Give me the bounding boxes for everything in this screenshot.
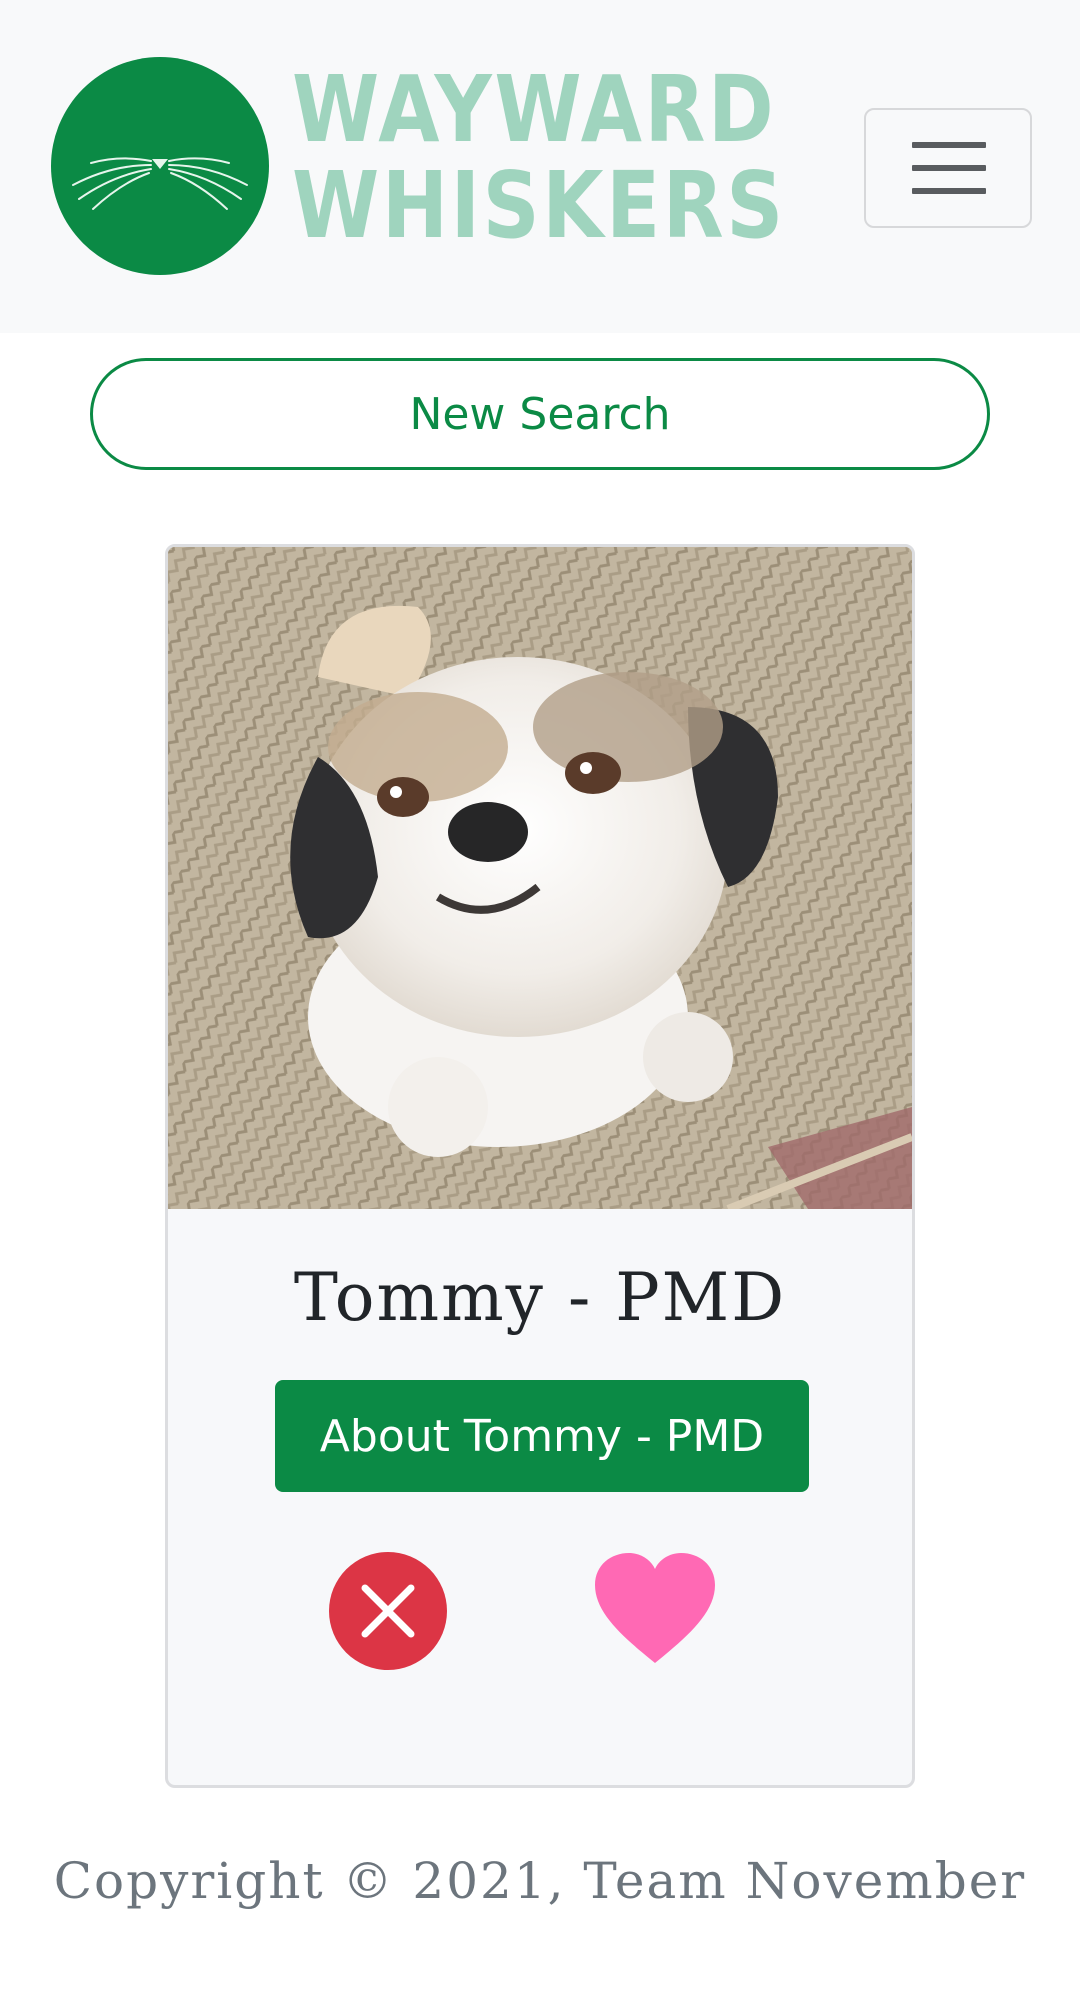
- about-pet-button[interactable]: About Tommy - PMD: [275, 1380, 809, 1492]
- pet-photo: [168, 547, 912, 1209]
- cat-whiskers-icon: [72, 157, 248, 210]
- reject-button[interactable]: [329, 1552, 447, 1670]
- logo[interactable]: [51, 57, 269, 275]
- navbar: WAYWARD WHISKERS: [0, 0, 1080, 333]
- page: WAYWARD WHISKERS New Search Tommy - PMD …: [0, 0, 1080, 1989]
- pet-name: Tommy - PMD: [293, 1259, 787, 1336]
- close-icon: [361, 1584, 415, 1638]
- footer-copyright: Copyright © 2021, Team November: [53, 1852, 1027, 1910]
- brand-line-2: WHISKERS: [292, 152, 786, 259]
- brand-name[interactable]: WAYWARD WHISKERS: [292, 62, 786, 254]
- dog-photo: [168, 547, 912, 1209]
- brand-line-1: WAYWARD: [292, 56, 777, 163]
- pet-card: Tommy - PMD About Tommy - PMD: [165, 544, 915, 1788]
- heart-icon: [595, 1553, 715, 1663]
- like-button[interactable]: [593, 1551, 717, 1667]
- menu-toggle-button[interactable]: [864, 108, 1032, 228]
- new-search-button[interactable]: New Search: [90, 358, 990, 470]
